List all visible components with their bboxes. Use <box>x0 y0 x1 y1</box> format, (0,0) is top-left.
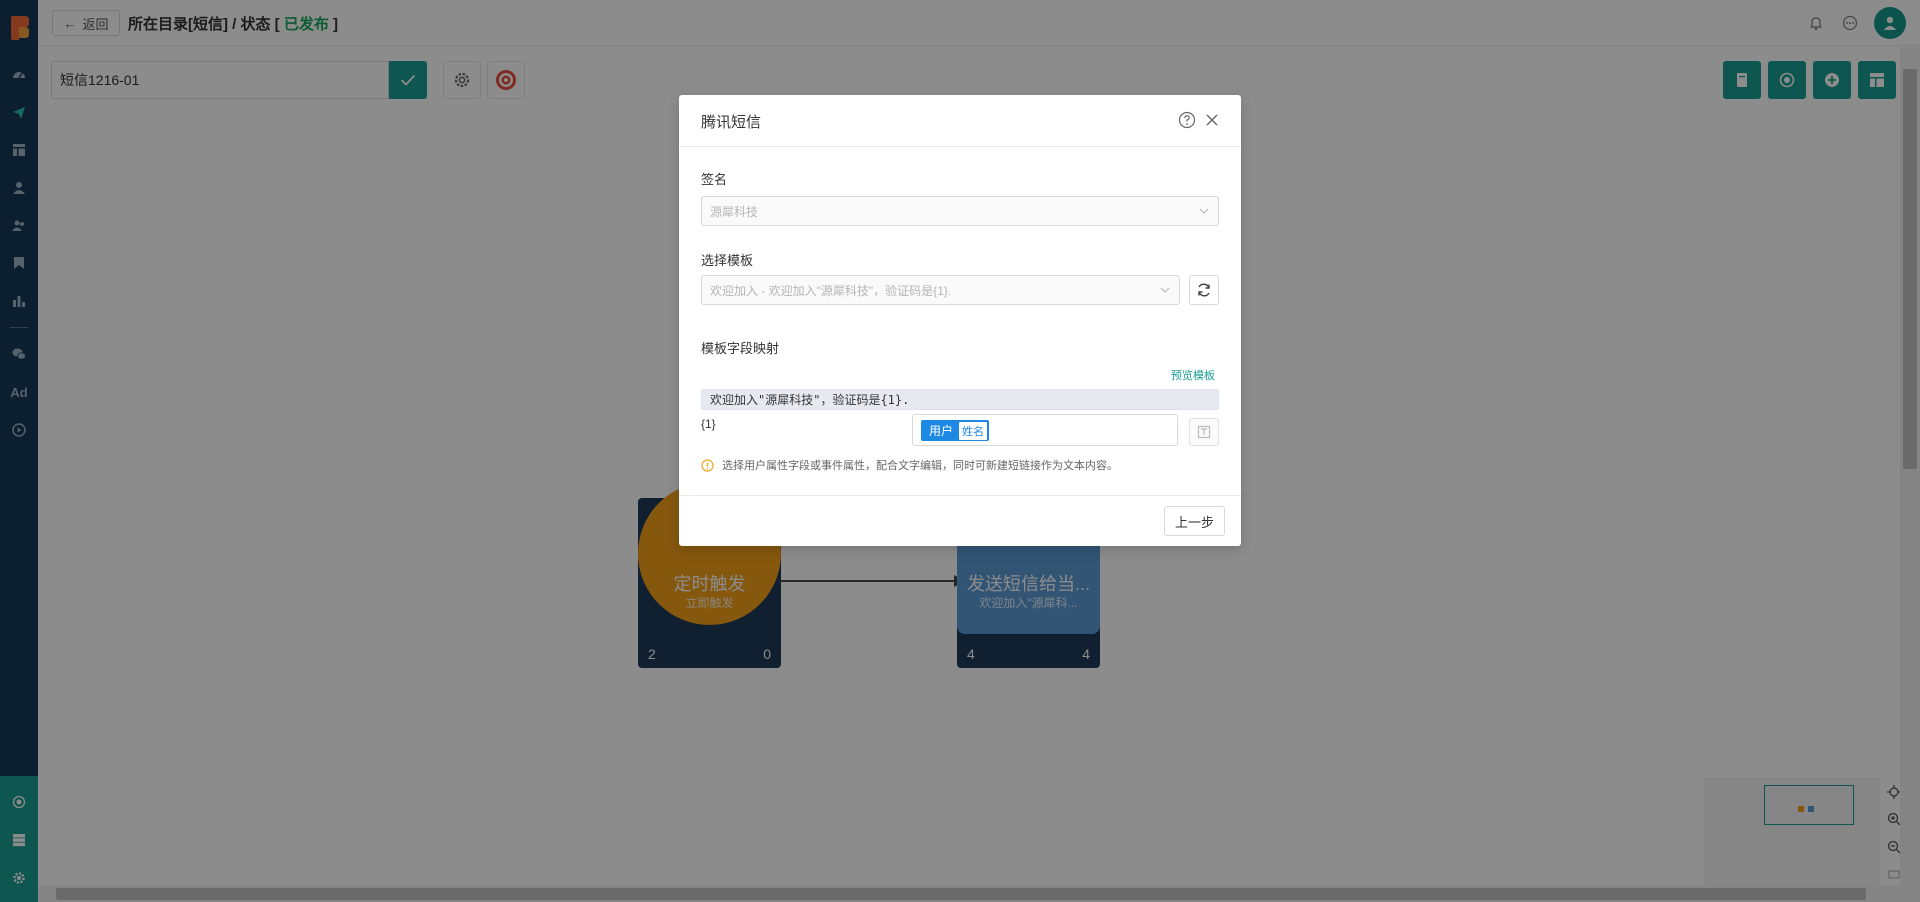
previous-step-button[interactable]: 上一步 <box>1164 506 1225 536</box>
param-mapping-input[interactable]: 用户 姓名 <box>912 414 1178 446</box>
param-name: {1} <box>701 417 716 431</box>
dialog-header: 腾讯短信 <box>679 95 1241 147</box>
signature-select-value: 源犀科技 <box>710 204 759 219</box>
template-select[interactable]: 欢迎加入 - 欢迎加入"源犀科技"，验证码是{1}. <box>701 275 1180 305</box>
mapping-hint: 选择用户属性字段或事件属性，配合文字编辑，同时可新建短链接作为文本内容。 <box>701 457 1118 473</box>
tencent-sms-dialog: 腾讯短信 签名 源犀科技 选择模板 欢迎加入 - 欢迎加入"源犀科技"，验证码是… <box>679 95 1241 546</box>
mapping-label: 模板字段映射 <box>701 341 780 356</box>
tag-attribute: 姓名 <box>959 421 988 440</box>
link-box-icon <box>1197 425 1211 439</box>
help-icon[interactable] <box>1178 111 1196 129</box>
tag-category: 用户 <box>929 424 954 438</box>
hint-text: 选择用户属性字段或事件属性，配合文字编辑，同时可新建短链接作为文本内容。 <box>722 460 1118 472</box>
dialog-footer: 上一步 <box>679 495 1241 546</box>
refresh-icon <box>1198 283 1210 297</box>
chevron-down-icon <box>1199 208 1209 214</box>
user-attribute-tag[interactable]: 用户 姓名 <box>921 420 990 441</box>
template-label: 选择模板 <box>701 253 754 268</box>
template-select-value: 欢迎加入 - 欢迎加入"源犀科技"，验证码是{1}. <box>710 283 952 298</box>
signature-select[interactable]: 源犀科技 <box>701 196 1219 226</box>
dialog-title: 腾讯短信 <box>701 114 762 131</box>
chevron-down-icon <box>1160 287 1170 293</box>
preview-template-link[interactable]: 预览模板 <box>1171 367 1215 383</box>
info-icon <box>701 458 714 472</box>
close-icon[interactable] <box>1203 111 1221 129</box>
template-preview-text: 欢迎加入"源犀科技"，验证码是{1}. <box>701 389 1219 410</box>
signature-label: 签名 <box>701 172 728 187</box>
insert-link-button[interactable] <box>1189 418 1219 446</box>
refresh-templates-button[interactable] <box>1189 275 1219 305</box>
